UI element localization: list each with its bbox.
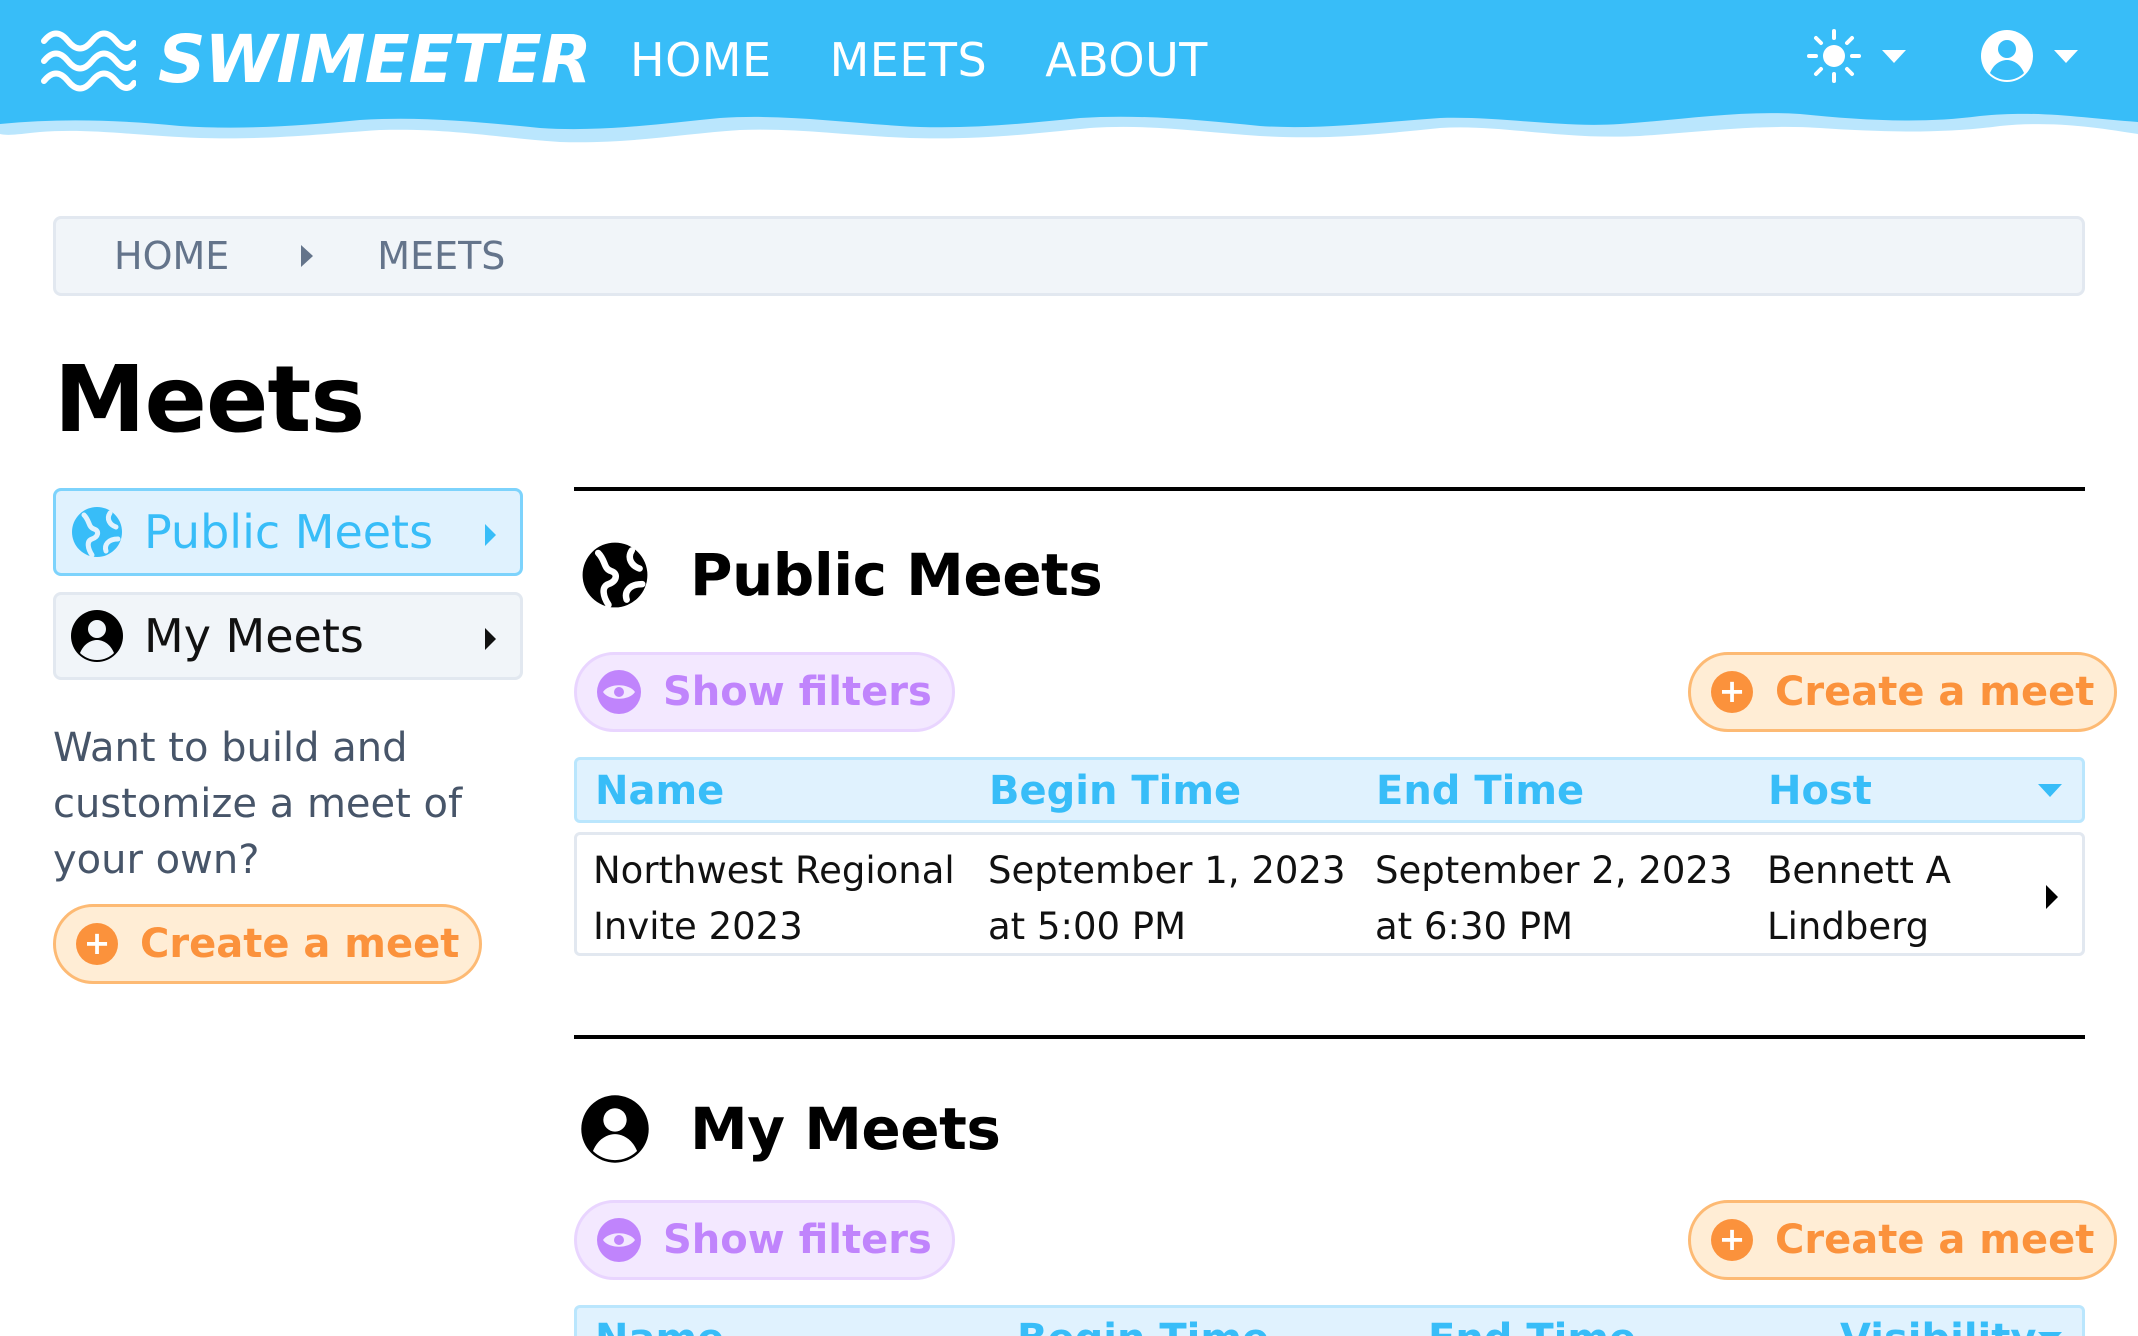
section-divider (574, 487, 2085, 491)
page-title: Meets (54, 346, 365, 453)
chevron-right-icon (2046, 885, 2058, 909)
chevron-down-icon[interactable] (2038, 1332, 2062, 1336)
my-create-meet-button[interactable]: + Create a meet (1688, 1200, 2118, 1280)
breadcrumb-meets[interactable]: MEETS (377, 234, 505, 278)
column-header-name[interactable]: Name (595, 1314, 724, 1336)
sidebar-item-label: My Meets (144, 609, 364, 663)
cell-end-line: September 2, 2023 (1375, 849, 1733, 892)
column-header-host[interactable]: Host (1768, 766, 1872, 816)
sidebar-item-label: Public Meets (144, 505, 434, 559)
plus-circle-icon: + (1711, 1219, 1753, 1261)
user-circle-icon (581, 1095, 649, 1163)
chevron-down-icon[interactable] (2038, 784, 2062, 797)
cell-host-line: Bennett A (1767, 849, 1951, 892)
public-show-filters-button[interactable]: Show filters (574, 652, 955, 732)
eye-icon (597, 1218, 641, 1262)
column-header-end-time[interactable]: End Time (1376, 766, 1584, 816)
chevron-down-icon (1882, 49, 1906, 63)
sidebar-create-meet-button[interactable]: + Create a meet (53, 904, 483, 984)
cell-end-time: September 2, 2023 at 6:30 PM (1375, 843, 1733, 955)
chevron-right-icon (301, 245, 314, 267)
public-meets-table-header: Name Begin Time End Time Host (574, 757, 2085, 823)
column-header-begin-time[interactable]: Begin Time (989, 766, 1241, 816)
column-header-name[interactable]: Name (595, 766, 724, 816)
public-meets-heading: Public Meets (580, 540, 1103, 610)
chevron-right-icon (485, 524, 496, 546)
user-circle-icon (1981, 30, 2033, 82)
breadcrumb-home[interactable]: HOME (114, 234, 229, 278)
column-header-end-time[interactable]: End Time (1428, 1314, 1636, 1336)
chevron-down-icon (2054, 49, 2078, 63)
plus-circle-icon: + (1711, 671, 1753, 713)
brand-name: SWIMEETER (158, 21, 592, 98)
user-circle-icon (71, 610, 123, 662)
sidebar-item-public-meets[interactable]: Public Meets (53, 488, 523, 576)
nav-meets[interactable]: MEETS (830, 30, 988, 90)
top-navbar: SWIMEETER HOME MEETS ABOUT (0, 0, 2138, 160)
main-nav: HOME MEETS ABOUT (630, 30, 1266, 90)
column-header-visibility[interactable]: Visibility (1840, 1314, 2036, 1336)
cell-end-line: at 6:30 PM (1375, 905, 1574, 948)
theme-toggle[interactable] (1806, 28, 1906, 84)
public-create-meet-button[interactable]: + Create a meet (1688, 652, 2118, 732)
eye-icon (597, 670, 641, 714)
button-label: Create a meet (140, 921, 460, 967)
nav-home[interactable]: HOME (630, 30, 772, 90)
nav-controls (1806, 28, 2078, 84)
section-divider (574, 1035, 2085, 1039)
my-meets-heading: My Meets (580, 1094, 1001, 1164)
cell-name-line: Invite 2023 (593, 905, 803, 948)
cell-host: Bennett A Lindberg (1767, 843, 1951, 955)
cell-name-line: Northwest Regional (593, 849, 955, 892)
build-meet-prompt: Want to build and customize a meet of yo… (53, 725, 463, 883)
table-row[interactable]: Northwest Regional Invite 2023 September… (574, 832, 2085, 956)
sidebar-item-my-meets[interactable]: My Meets (53, 592, 523, 680)
user-menu[interactable] (1980, 29, 2078, 83)
cell-begin-line: September 1, 2023 (988, 849, 1346, 892)
globe-icon (582, 542, 648, 609)
button-label: Create a meet (1775, 1217, 2095, 1263)
cell-begin-line: at 5:00 PM (988, 905, 1187, 948)
cell-begin-time: September 1, 2023 at 5:00 PM (988, 843, 1346, 955)
sun-icon (1807, 29, 1861, 83)
button-label: Create a meet (1775, 669, 2095, 715)
button-label: Show filters (663, 1217, 932, 1263)
cell-name: Northwest Regional Invite 2023 (593, 843, 955, 955)
button-label: Show filters (663, 669, 932, 715)
column-header-begin-time[interactable]: Begin Time (1017, 1314, 1269, 1336)
my-meets-table-header: Name Begin Time End Time Visibility (574, 1305, 2085, 1336)
waves-icon (41, 30, 136, 92)
section-title: Public Meets (690, 541, 1103, 609)
section-title: My Meets (690, 1095, 1001, 1163)
cell-host-line: Lindberg (1767, 905, 1930, 948)
breadcrumb: HOME MEETS (53, 216, 2085, 296)
chevron-right-icon (485, 628, 496, 650)
plus-circle-icon: + (76, 923, 118, 965)
my-show-filters-button[interactable]: Show filters (574, 1200, 955, 1280)
brand[interactable]: SWIMEETER (40, 21, 592, 98)
globe-icon (72, 507, 122, 558)
nav-about[interactable]: ABOUT (1045, 30, 1208, 90)
